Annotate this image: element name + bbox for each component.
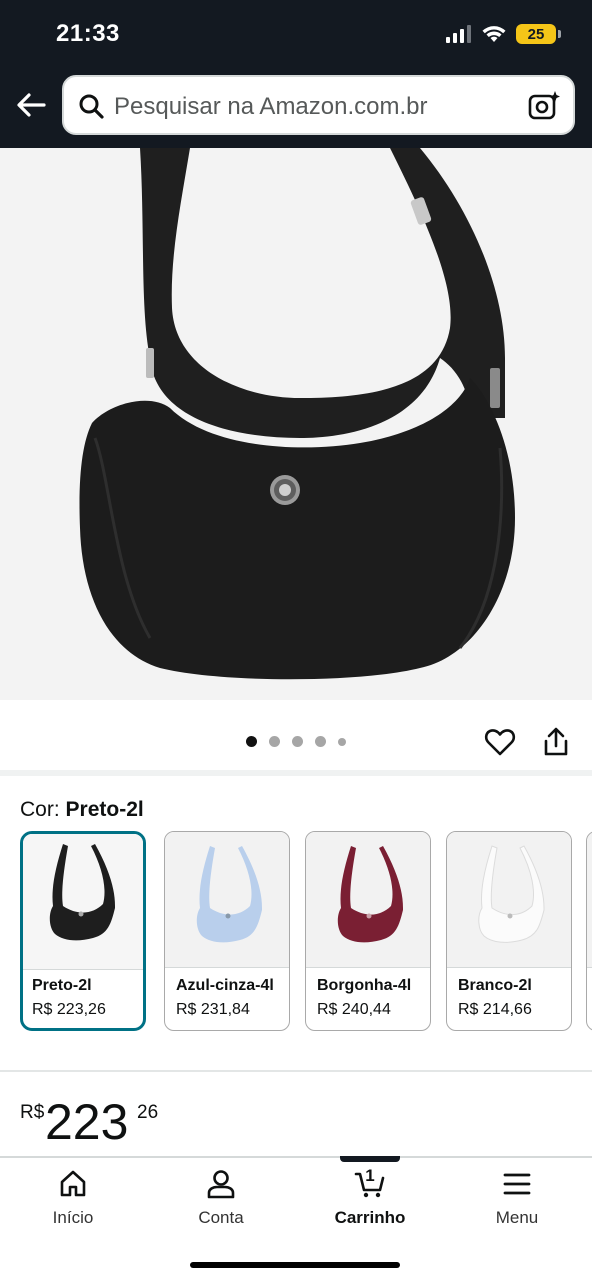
back-arrow-icon[interactable]: [14, 88, 48, 122]
camera-search-icon[interactable]: [527, 89, 561, 123]
carousel-dot[interactable]: [292, 736, 303, 747]
swatch-thumbnail: [306, 832, 430, 968]
carousel-dot[interactable]: [269, 736, 280, 747]
product-image[interactable]: [0, 148, 592, 700]
menu-icon: [503, 1173, 531, 1195]
top-header: 21:33 25 Pesquisar na Amazon.com.br: [0, 0, 592, 148]
swatch-thumbnail: [23, 834, 143, 970]
home-indicator[interactable]: [190, 1262, 400, 1268]
carousel-dot[interactable]: [246, 736, 257, 747]
nav-cart-label: Carrinho: [334, 1208, 406, 1227]
nav-cart[interactable]: 1 Carrinho: [310, 1166, 430, 1238]
heart-icon[interactable]: [484, 726, 516, 758]
price-cents: 26: [137, 1102, 159, 1123]
price-whole: 223: [45, 1094, 129, 1150]
swatch-name: Preto-2l: [32, 977, 92, 994]
color-swatch-preto[interactable]: Preto-2l R$ 223,26: [20, 831, 146, 1031]
nav-menu[interactable]: Menu: [457, 1168, 577, 1238]
color-swatch-azul-cinza[interactable]: Azul-cinza-4l R$ 231,84: [164, 831, 290, 1031]
account-icon: [207, 1170, 235, 1199]
swatch-thumbnail: [587, 832, 592, 968]
section-divider: [0, 1070, 592, 1072]
carousel-dot[interactable]: [338, 737, 346, 746]
swatch-name: Azul-cinza-4l: [176, 977, 274, 994]
status-time: 21:33: [56, 20, 120, 47]
cart-count-badge: 1: [365, 1166, 375, 1185]
selected-color-name: Preto-2l: [65, 798, 144, 821]
carousel-dots: [246, 736, 346, 747]
handbag-image: [79, 148, 515, 680]
search-icon: [79, 94, 104, 119]
wifi-icon: [482, 26, 506, 42]
color-swatch-borgonha[interactable]: Borgonha-4l R$ 240,44: [305, 831, 431, 1031]
color-label: Cor: Preto-2l: [20, 798, 144, 822]
product-page: 21:33 25 Pesquisar na Amazon.com.br Cor:…: [0, 0, 592, 1280]
swatch-thumbnail: [447, 832, 571, 968]
color-swatches: Preto-2l R$ 223,26 Azul-cinza-4l R$ 231,…: [20, 831, 592, 1035]
nav-menu-label: Menu: [495, 1208, 539, 1227]
swatch-price: R$ 231,84: [176, 1001, 250, 1018]
image-carousel-controls: [0, 700, 592, 776]
swatch-thumbnail: [165, 832, 289, 968]
search-input[interactable]: Pesquisar na Amazon.com.br: [62, 75, 575, 135]
search-placeholder: Pesquisar na Amazon.com.br: [114, 93, 428, 120]
nav-account[interactable]: Conta: [161, 1168, 281, 1238]
swatch-name: Branco-2l: [458, 977, 532, 994]
swatch-price: R$ 223,26: [32, 1001, 106, 1018]
swatch-name: Borgonha-4l: [317, 977, 412, 994]
nav-home-label: Início: [52, 1208, 94, 1227]
color-prefix: Cor:: [20, 798, 60, 821]
nav-account-label: Conta: [198, 1208, 244, 1227]
color-swatch-branco[interactable]: Branco-2l R$ 214,66: [446, 831, 572, 1031]
status-icons: 25: [446, 22, 561, 46]
share-icon[interactable]: [540, 726, 572, 758]
nav-home[interactable]: Início: [13, 1168, 133, 1238]
swatch-price: R$ 240,44: [317, 1001, 391, 1018]
swatch-price: R$ 214,66: [458, 1001, 532, 1018]
color-swatch-more[interactable]: [586, 831, 592, 1031]
price-currency: R$: [20, 1102, 45, 1123]
carousel-dot[interactable]: [315, 736, 326, 747]
home-icon: [60, 1170, 86, 1197]
active-tab-indicator: [340, 1156, 400, 1162]
battery-indicator: 25: [516, 24, 561, 44]
cellular-signal-icon: [446, 25, 471, 43]
